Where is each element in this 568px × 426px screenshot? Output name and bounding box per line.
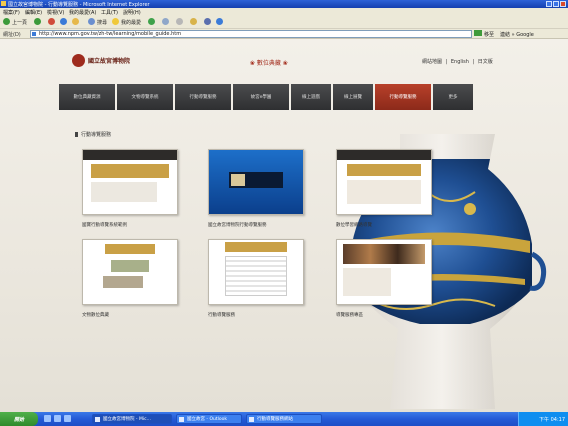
site-logo[interactable]: 國立故宮博物院: [72, 54, 130, 67]
menu-bar: 檔案(F) 編輯(E) 檢視(V) 我的最愛(A) 工具(T) 說明(H): [0, 8, 568, 16]
section-title-text: 行動導覽服務: [81, 132, 112, 138]
favorites-label[interactable]: 我的最愛: [121, 19, 141, 26]
nav-item-3[interactable]: 行動導覽服務: [175, 84, 231, 110]
go-label[interactable]: 移至: [484, 31, 494, 38]
thumb-caption-2[interactable]: 國立故宮博物院行動導覽服務: [208, 222, 304, 228]
menu-favorites[interactable]: 我的最愛(A): [69, 9, 96, 16]
menu-help[interactable]: 說明(H): [123, 9, 141, 16]
taskbar-task-1[interactable]: 國立故宮博物院 - Mic...: [92, 414, 172, 424]
taskbar: 開始 國立故宮博物院 - Mic... 國立故宮 - Outlook 行動導覽服…: [0, 412, 568, 426]
outlook-icon: [179, 417, 184, 422]
task-label-3: 行動導覽服務網站: [257, 417, 293, 422]
maximize-button[interactable]: [553, 1, 559, 7]
thumbnail-2[interactable]: [208, 149, 304, 215]
links-bar[interactable]: 連結 » Google: [500, 31, 534, 38]
print-icon[interactable]: [176, 18, 183, 25]
header-links[interactable]: 網站地圖 | English | 日文版: [422, 58, 493, 65]
nav-item-6[interactable]: 線上展覽: [333, 84, 373, 110]
back-icon[interactable]: [3, 18, 10, 25]
search-label[interactable]: 搜尋: [97, 19, 107, 26]
nav-item-2[interactable]: 文物導覽系統: [117, 84, 173, 110]
system-tray: 下午 04:17: [518, 412, 568, 426]
taskbar-task-3[interactable]: 行動導覽服務網站: [246, 414, 322, 424]
thumbnail-1[interactable]: [82, 149, 178, 215]
address-bar: 網址(D) http://www.npm.gov.tw/zh-tw/learni…: [0, 29, 568, 39]
start-button[interactable]: 開始: [0, 412, 38, 426]
ie-icon: [1, 1, 6, 6]
section-title: 行動導覽服務: [75, 131, 111, 138]
menu-tools[interactable]: 工具(T): [101, 9, 118, 16]
favorites-icon[interactable]: [112, 18, 119, 25]
thumbnail-3[interactable]: [336, 149, 432, 215]
nav-item-7-active[interactable]: 行動導覽服務: [375, 84, 431, 110]
thumb-caption-6[interactable]: 導覽服務專區: [336, 312, 432, 318]
refresh-icon[interactable]: [60, 18, 67, 25]
thumb-card-6[interactable]: 導覽服務專區: [336, 239, 432, 318]
thumb-caption-4[interactable]: 文物數位典藏: [82, 312, 178, 318]
folder-icon[interactable]: [190, 18, 197, 25]
web-page: 國立故宮博物院 ❀ 數位典藏 ❀ 網站地圖 | English | 日文版 數位…: [0, 39, 568, 412]
forward-icon[interactable]: [34, 18, 41, 25]
thumb-card-5[interactable]: 行動導覽服務: [208, 239, 304, 318]
clock[interactable]: 下午 04:17: [539, 416, 565, 423]
window-titlebar: 國立故宮博物院 - 行動導覽服務 - Microsoft Internet Ex…: [0, 0, 568, 8]
main-nav: 數位典藏資源 文物導覽系統 行動導覽服務 故宮e學園 線上遊戲 線上展覽 行動導…: [59, 84, 473, 110]
thumb-caption-5[interactable]: 行動導覽服務: [208, 312, 304, 318]
stop-icon[interactable]: [48, 18, 55, 25]
window-controls: [546, 1, 566, 7]
toolbar: 上一頁 搜尋 我的最愛: [0, 16, 568, 29]
thumb-card-1[interactable]: 國寶行動導覽系統範例: [82, 149, 178, 228]
ie-icon: [95, 417, 100, 422]
page-icon: [32, 32, 36, 36]
nav-item-1[interactable]: 數位典藏資源: [59, 84, 115, 110]
thumb-caption-1[interactable]: 國寶行動導覽系統範例: [82, 222, 178, 228]
minimize-button[interactable]: [546, 1, 552, 7]
address-label: 網址(D): [3, 32, 21, 38]
close-button[interactable]: [560, 1, 566, 7]
address-input[interactable]: http://www.npm.gov.tw/zh-tw/learning/mob…: [30, 30, 472, 38]
ie-quicklaunch-icon[interactable]: [54, 415, 61, 422]
history-icon[interactable]: [148, 18, 155, 25]
thumb-card-3[interactable]: 數位學習網路導覽: [336, 149, 432, 228]
thumbnail-5[interactable]: [208, 239, 304, 305]
back-label[interactable]: 上一頁: [12, 19, 27, 26]
search-icon[interactable]: [88, 18, 95, 25]
ie-icon: [249, 417, 254, 422]
nav-item-4[interactable]: 故宮e學園: [233, 84, 289, 110]
home-icon[interactable]: [72, 18, 79, 25]
taskbar-task-2[interactable]: 國立故宮 - Outlook: [176, 414, 242, 424]
address-url[interactable]: http://www.npm.gov.tw/zh-tw/learning/mob…: [39, 31, 181, 37]
thumb-card-4[interactable]: 文物數位典藏: [82, 239, 178, 318]
window-title: 國立故宮博物院 - 行動導覽服務 - Microsoft Internet Ex…: [8, 2, 150, 8]
media-quicklaunch-icon[interactable]: [64, 415, 71, 422]
thumb-caption-3[interactable]: 數位學習網路導覽: [336, 222, 432, 228]
menu-edit[interactable]: 編輯(E): [25, 9, 42, 16]
task-label-1: 國立故宮博物院 - Mic...: [103, 417, 151, 422]
menu-file[interactable]: 檔案(F): [3, 9, 20, 16]
thumbnail-6[interactable]: [336, 239, 432, 305]
museum-seal-icon: [72, 54, 85, 67]
nav-item-8[interactable]: 更多: [433, 84, 473, 110]
show-desktop-icon[interactable]: [44, 415, 51, 422]
bullet-icon: [75, 132, 78, 137]
nav-item-5[interactable]: 線上遊戲: [291, 84, 331, 110]
thumbnail-4[interactable]: [82, 239, 178, 305]
go-button[interactable]: [474, 30, 482, 36]
task-label-2: 國立故宮 - Outlook: [187, 417, 228, 422]
edit-icon[interactable]: [204, 18, 211, 25]
thumb-card-2[interactable]: 國立故宮博物院行動導覽服務: [208, 149, 304, 228]
mail-icon[interactable]: [162, 18, 169, 25]
logo-text: 國立故宮博物院: [88, 58, 131, 65]
messenger-icon[interactable]: [216, 18, 223, 25]
menu-view[interactable]: 檢視(V): [47, 9, 64, 16]
header-title: ❀ 數位典藏 ❀: [250, 60, 288, 67]
